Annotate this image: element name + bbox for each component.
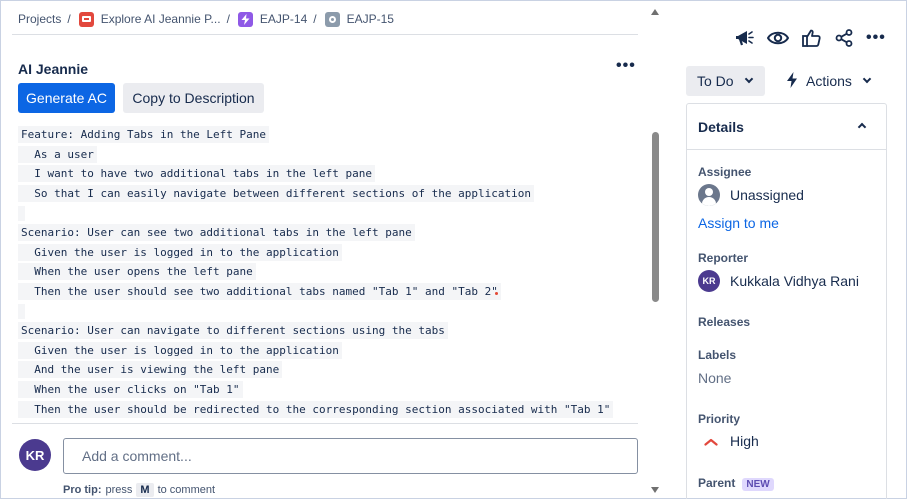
details-title: Details [698,118,744,135]
code-line: And the user is viewing the left pane [18,360,638,380]
pro-tip-text: to comment [157,484,216,496]
chevron-down-icon [862,74,872,84]
reporter-avatar: KR [698,270,720,292]
breadcrumb-separator: / [226,12,230,26]
assignee-value[interactable]: Unassigned [698,184,804,206]
code-line: As a user [18,145,638,165]
subtask-icon [324,11,340,27]
panel-more-button[interactable]: ••• [616,58,636,74]
epic-lightning-icon [237,11,253,27]
details-panel: Details Assignee Unassigned Assign to me… [686,103,887,499]
unassigned-avatar-icon [698,184,720,206]
priority-high-icon [704,433,718,449]
breadcrumb-separator: / [67,12,71,26]
reporter-name: Kukkala Vidhya Rani [730,273,859,289]
scroll-up-arrow[interactable] [651,9,659,15]
new-badge: NEW [742,478,774,491]
comment-input[interactable]: Add a comment... [63,438,638,474]
code-line: When the user opens the left pane [18,262,638,282]
scroll-down-arrow[interactable] [651,487,659,493]
more-options-button[interactable]: ••• [866,30,886,46]
share-icon[interactable] [833,27,855,49]
releases-label: Releases [698,315,751,329]
status-label: To Do [697,73,734,89]
pro-tip: Pro tip: press M to comment [63,483,215,497]
cursor-dot [495,292,498,295]
code-line [18,203,638,223]
code-line: So that I can easily navigate between di… [18,184,638,204]
labels-label: Labels [698,348,737,362]
header-divider [12,34,638,35]
code-line: Feature: Adding Tabs in the Left Pane [18,125,638,145]
eye-icon[interactable] [767,27,789,49]
priority-name: High [730,433,759,449]
code-line [18,301,638,321]
reporter-label: Reporter [698,251,749,265]
generate-ac-button[interactable]: Generate AC [18,83,115,113]
pro-tip-label: Pro tip: [63,484,102,496]
avatar: KR [19,439,51,471]
reporter-value[interactable]: KR Kukkala Vidhya Rani [698,270,859,292]
assignee-label: Assignee [698,165,752,179]
priority-label: Priority [698,412,741,426]
megaphone-icon[interactable] [734,27,756,49]
panel-title: AI Jeannie [18,61,89,77]
code-line: Then the user should be redirected to th… [18,399,638,419]
details-header[interactable]: Details [687,104,886,150]
gherkin-output: Feature: Adding Tabs in the Left Pane As… [18,125,638,419]
code-line: When the user clicks on "Tab 1" [18,380,638,400]
copy-to-description-button[interactable]: Copy to Description [123,83,264,113]
assign-to-me-link[interactable]: Assign to me [698,215,779,231]
lightning-icon [786,71,798,91]
shortcut-key: M [136,483,154,497]
code-line: I want to have two additional tabs in th… [18,164,638,184]
breadcrumb-project[interactable]: Explore AI Jeannie P... [101,12,221,26]
code-line: Given the user is logged in to the appli… [18,243,638,263]
comment-divider [12,423,638,424]
actions-label: Actions [806,73,852,89]
actions-dropdown[interactable]: Actions [780,66,875,96]
breadcrumb: Projects / Explore AI Jeannie P... / EAJ… [18,10,394,28]
pro-tip-text: press [105,484,133,496]
priority-value[interactable]: High [698,433,759,449]
code-line: Given the user is logged in to the appli… [18,341,638,361]
status-dropdown[interactable]: To Do [686,66,765,96]
code-line: Scenario: User can navigate to different… [18,321,638,341]
chevron-up-icon[interactable] [857,122,867,132]
issue-toolbar: ••• [734,27,886,49]
assignee-name: Unassigned [730,187,804,203]
labels-value[interactable]: None [698,370,731,386]
thumbs-up-icon[interactable] [800,27,822,49]
scrollbar-thumb[interactable] [652,132,659,302]
chevron-down-icon [744,74,753,84]
breadcrumb-projects[interactable]: Projects [18,12,61,26]
breadcrumb-issue[interactable]: EAJP-15 [347,12,394,26]
parent-label: Parent NEW [698,476,774,491]
breadcrumb-separator: / [313,12,317,26]
code-line: Then the user should see two additional … [18,282,638,302]
code-line: Scenario: User can see two additional ta… [18,223,638,243]
project-icon [78,11,94,27]
breadcrumb-epic[interactable]: EAJP-14 [260,12,307,26]
